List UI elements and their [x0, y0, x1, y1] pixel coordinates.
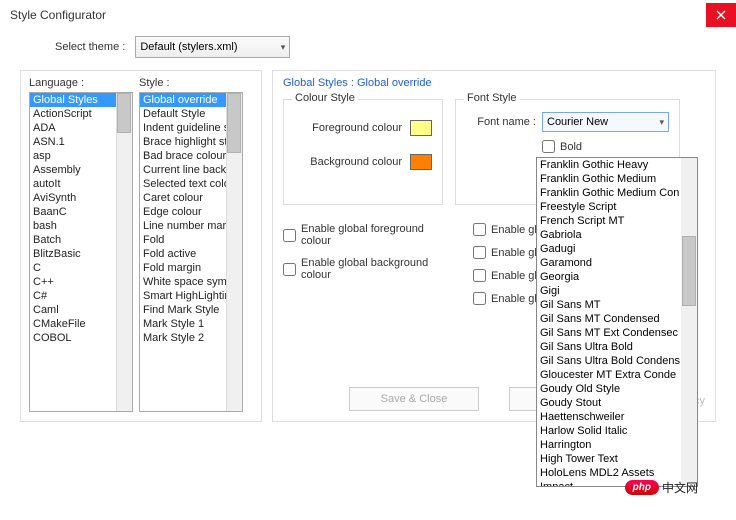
left-panel: Language : Global StylesActionScriptADAA… [20, 70, 262, 422]
bold-checkbox[interactable]: Bold [542, 140, 669, 153]
list-item[interactable]: BaanC [30, 205, 118, 219]
font-option[interactable]: Franklin Gothic Medium [537, 172, 683, 186]
list-item[interactable]: C++ [30, 275, 118, 289]
list-item[interactable]: Find Mark Style [140, 303, 228, 317]
font-option[interactable]: Georgia [537, 270, 683, 284]
font-dropdown[interactable]: Franklin Gothic HeavyFranklin Gothic Med… [536, 157, 698, 487]
enable-global-bg-checkbox[interactable]: Enable global background colour [283, 257, 455, 281]
list-item[interactable]: Edge colour [140, 205, 228, 219]
list-item[interactable]: asp [30, 149, 118, 163]
font-option[interactable]: Gil Sans Ultra Bold Condens [537, 354, 683, 368]
list-item[interactable]: autoIt [30, 177, 118, 191]
style-label: Style : [139, 77, 243, 89]
font-option[interactable]: Gil Sans MT [537, 298, 683, 312]
list-item[interactable]: Caret colour [140, 191, 228, 205]
font-name-value: Courier New [547, 116, 608, 128]
font-option[interactable]: High Tower Text [537, 452, 683, 466]
font-option[interactable]: Freestyle Script [537, 200, 683, 214]
font-option[interactable]: Gloucester MT Extra Conde [537, 368, 683, 382]
font-option[interactable]: HoloLens MDL2 Assets [537, 466, 683, 480]
font-name-label: Font name : [466, 116, 536, 128]
theme-label: Select theme : [55, 41, 125, 53]
list-item[interactable]: AviSynth [30, 191, 118, 205]
list-item[interactable]: bash [30, 219, 118, 233]
font-option[interactable]: Harlow Solid Italic [537, 424, 683, 438]
enable-global-fg-checkbox[interactable]: Enable global foreground colour [283, 223, 455, 247]
list-item[interactable]: White space symb [140, 275, 228, 289]
scrollbar[interactable] [681, 158, 697, 486]
list-item[interactable]: Fold active [140, 247, 228, 261]
list-item[interactable]: COBOL [30, 331, 118, 345]
list-item[interactable]: C [30, 261, 118, 275]
theme-value: Default (stylers.xml) [140, 41, 237, 53]
font-option[interactable]: Gigi [537, 284, 683, 298]
font-option[interactable]: Goudy Old Style [537, 382, 683, 396]
scroll-thumb[interactable] [227, 93, 241, 153]
chevron-down-icon: ▾ [281, 42, 286, 53]
scrollbar[interactable] [226, 93, 242, 411]
theme-row: Select theme : Default (stylers.xml) ▾ [0, 30, 736, 70]
font-option[interactable]: Gil Sans MT Ext Condensec [537, 326, 683, 340]
font-option[interactable]: Harrington [537, 438, 683, 452]
list-item[interactable]: Line number margin [140, 219, 228, 233]
list-item[interactable]: ADA [30, 121, 118, 135]
font-option[interactable]: Franklin Gothic Heavy [537, 158, 683, 172]
list-item[interactable]: BlitzBasic [30, 247, 118, 261]
font-legend: Font Style [464, 92, 520, 104]
chevron-down-icon: ▾ [659, 117, 664, 128]
style-heading: Global Styles : Global override [283, 77, 705, 89]
list-item[interactable]: Assembly [30, 163, 118, 177]
list-item[interactable]: CMakeFile [30, 317, 118, 331]
font-name-select[interactable]: Courier New ▾ [542, 112, 669, 132]
bg-colour-swatch[interactable] [410, 154, 432, 170]
titlebar: Style Configurator [0, 0, 736, 30]
list-item[interactable]: Fold margin [140, 261, 228, 275]
watermark: php 中文网 [625, 479, 698, 496]
list-item[interactable]: C# [30, 289, 118, 303]
font-option[interactable]: French Script MT [537, 214, 683, 228]
bg-label: Background colour [310, 156, 402, 168]
scrollbar[interactable] [116, 93, 132, 411]
font-option[interactable]: Gil Sans MT Condensed [537, 312, 683, 326]
list-item[interactable]: ASN.1 [30, 135, 118, 149]
close-icon [716, 10, 726, 20]
scroll-thumb[interactable] [682, 236, 696, 306]
colour-legend: Colour Style [292, 92, 358, 104]
watermark-text: 中文网 [662, 479, 698, 496]
list-item[interactable]: Fold [140, 233, 228, 247]
list-item[interactable]: Smart HighLighting [140, 289, 228, 303]
font-option[interactable]: Franklin Gothic Medium Con [537, 186, 683, 200]
save-close-button[interactable]: Save & Close [349, 387, 479, 411]
list-item[interactable]: Mark Style 2 [140, 331, 228, 345]
list-item[interactable]: Global override [140, 93, 228, 107]
list-item[interactable]: Bad brace colour [140, 149, 228, 163]
language-list[interactable]: Global StylesActionScriptADAASN.1aspAsse… [29, 92, 133, 412]
list-item[interactable]: ActionScript [30, 107, 118, 121]
list-item[interactable]: Caml [30, 303, 118, 317]
window-title: Style Configurator [10, 8, 106, 22]
font-option[interactable]: Gil Sans Ultra Bold [537, 340, 683, 354]
font-option[interactable]: Garamond [537, 256, 683, 270]
font-option[interactable]: Haettenschweiler [537, 410, 683, 424]
watermark-badge: php [625, 480, 659, 495]
list-item[interactable]: Current line backgr [140, 163, 228, 177]
scroll-thumb[interactable] [117, 93, 131, 133]
list-item[interactable]: Mark Style 1 [140, 317, 228, 331]
style-list[interactable]: Global overrideDefault StyleIndent guide… [139, 92, 243, 412]
close-button[interactable] [706, 3, 736, 27]
list-item[interactable]: Default Style [140, 107, 228, 121]
fg-label: Foreground colour [312, 122, 402, 134]
font-option[interactable]: Gadugi [537, 242, 683, 256]
list-item[interactable]: Global Styles [30, 93, 118, 107]
fg-colour-swatch[interactable] [410, 120, 432, 136]
language-label: Language : [29, 77, 133, 89]
colour-style-group: Colour Style Foreground colour Backgroun… [283, 99, 443, 205]
font-option[interactable]: Gabriola [537, 228, 683, 242]
list-item[interactable]: Batch [30, 233, 118, 247]
theme-select[interactable]: Default (stylers.xml) ▾ [135, 36, 290, 58]
list-item[interactable]: Indent guideline sty [140, 121, 228, 135]
font-option[interactable]: Goudy Stout [537, 396, 683, 410]
list-item[interactable]: Brace highlight styl [140, 135, 228, 149]
list-item[interactable]: Selected text colou [140, 177, 228, 191]
